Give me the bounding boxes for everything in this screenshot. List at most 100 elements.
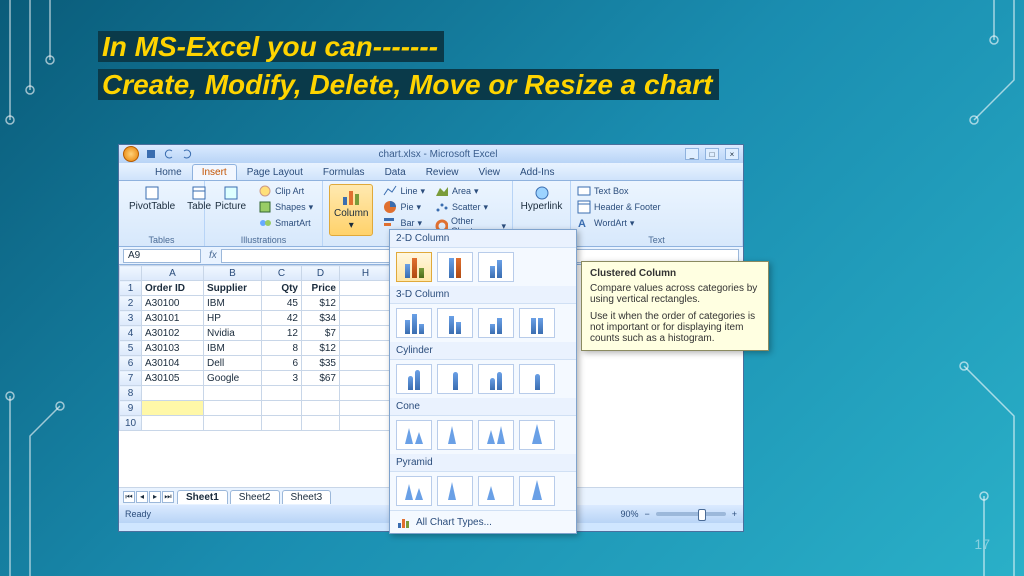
sheet-tab[interactable]: Sheet1: [177, 490, 228, 504]
cell[interactable]: Qty: [262, 281, 302, 296]
cell[interactable]: [204, 416, 262, 431]
name-box[interactable]: A9: [123, 249, 201, 263]
wordart-button[interactable]: AWordArt ▾: [577, 216, 736, 230]
cell[interactable]: [204, 401, 262, 416]
cell[interactable]: [340, 281, 392, 296]
tabnav-last[interactable]: ⏭: [162, 491, 174, 503]
cell[interactable]: IBM: [204, 296, 262, 311]
column-chart-button[interactable]: Column ▾: [329, 184, 373, 236]
cell[interactable]: 6: [262, 356, 302, 371]
col-header[interactable]: D: [302, 266, 340, 281]
tab-home[interactable]: Home: [145, 164, 192, 180]
cell[interactable]: [340, 311, 392, 326]
cell[interactable]: [340, 416, 392, 431]
cell[interactable]: [340, 371, 392, 386]
cell[interactable]: [302, 416, 340, 431]
cell[interactable]: $67: [302, 371, 340, 386]
chart-type-thumb[interactable]: [396, 420, 432, 450]
cell[interactable]: [142, 401, 204, 416]
cell[interactable]: 3: [262, 371, 302, 386]
cell[interactable]: A30103: [142, 341, 204, 356]
row-header[interactable]: 8: [120, 386, 142, 401]
minimize-button[interactable]: _: [685, 148, 699, 160]
scatter-chart-button[interactable]: Scatter ▾: [435, 200, 506, 214]
cell[interactable]: [340, 356, 392, 371]
cell[interactable]: [340, 296, 392, 311]
chart-type-thumb[interactable]: [478, 252, 514, 282]
cell[interactable]: $7: [302, 326, 340, 341]
redo-icon[interactable]: [181, 148, 193, 160]
cell[interactable]: [340, 341, 392, 356]
tab-review[interactable]: Review: [416, 164, 469, 180]
cell[interactable]: Supplier: [204, 281, 262, 296]
chart-type-thumb[interactable]: [396, 476, 432, 506]
row-header[interactable]: 7: [120, 371, 142, 386]
cell[interactable]: Price: [302, 281, 340, 296]
col-header[interactable]: A: [142, 266, 204, 281]
cell[interactable]: $35: [302, 356, 340, 371]
pie-chart-button[interactable]: Pie ▾: [383, 200, 425, 214]
fx-icon[interactable]: fx: [209, 250, 217, 261]
cell[interactable]: 45: [262, 296, 302, 311]
col-header[interactable]: B: [204, 266, 262, 281]
cell[interactable]: 42: [262, 311, 302, 326]
chart-type-thumb[interactable]: [396, 308, 432, 338]
office-button[interactable]: [123, 146, 139, 162]
zoom-out-button[interactable]: −: [644, 509, 649, 519]
sheet-tab[interactable]: Sheet2: [230, 490, 280, 504]
zoom-in-button[interactable]: +: [732, 509, 737, 519]
tabnav-first[interactable]: ⏮: [123, 491, 135, 503]
chart-type-thumb[interactable]: [437, 364, 473, 394]
cell[interactable]: [340, 401, 392, 416]
chart-type-thumb[interactable]: [519, 476, 555, 506]
cell[interactable]: [340, 326, 392, 341]
col-header[interactable]: H: [340, 266, 392, 281]
chart-type-thumb[interactable]: [478, 364, 514, 394]
bar-chart-button[interactable]: Bar ▾: [383, 216, 425, 230]
row-header[interactable]: 4: [120, 326, 142, 341]
chart-type-thumb[interactable]: [519, 420, 555, 450]
cell[interactable]: [302, 401, 340, 416]
smartart-button[interactable]: SmartArt: [258, 216, 313, 230]
sheet-tab[interactable]: Sheet3: [282, 490, 332, 504]
cell[interactable]: [262, 401, 302, 416]
cell[interactable]: Order ID: [142, 281, 204, 296]
cell[interactable]: A30101: [142, 311, 204, 326]
chart-type-thumb[interactable]: [478, 420, 514, 450]
cell[interactable]: [262, 386, 302, 401]
tab-page-layout[interactable]: Page Layout: [237, 164, 313, 180]
tab-view[interactable]: View: [468, 164, 510, 180]
chart-type-thumb[interactable]: [478, 476, 514, 506]
cell[interactable]: A30105: [142, 371, 204, 386]
picture-button[interactable]: Picture: [211, 184, 250, 230]
cell[interactable]: 8: [262, 341, 302, 356]
area-chart-button[interactable]: Area ▾: [435, 184, 506, 198]
row-header[interactable]: 3: [120, 311, 142, 326]
cell[interactable]: [204, 386, 262, 401]
chart-type-thumb[interactable]: [437, 420, 473, 450]
chart-type-thumb[interactable]: [396, 364, 432, 394]
cell[interactable]: Nvidia: [204, 326, 262, 341]
chart-type-thumb[interactable]: [437, 476, 473, 506]
chart-type-thumb[interactable]: [519, 364, 555, 394]
line-chart-button[interactable]: Line ▾: [383, 184, 425, 198]
row-header[interactable]: 9: [120, 401, 142, 416]
textbox-button[interactable]: Text Box: [577, 184, 736, 198]
shapes-button[interactable]: Shapes ▾: [258, 200, 313, 214]
tab-data[interactable]: Data: [375, 164, 416, 180]
cell[interactable]: [142, 386, 204, 401]
row-header[interactable]: 1: [120, 281, 142, 296]
row-header[interactable]: 10: [120, 416, 142, 431]
cell[interactable]: A30104: [142, 356, 204, 371]
row-header[interactable]: 5: [120, 341, 142, 356]
col-header[interactable]: C: [262, 266, 302, 281]
cell[interactable]: A30102: [142, 326, 204, 341]
tab-addins[interactable]: Add-Ins: [510, 164, 564, 180]
cell[interactable]: IBM: [204, 341, 262, 356]
clipart-button[interactable]: Clip Art: [258, 184, 313, 198]
cell[interactable]: $12: [302, 296, 340, 311]
header-footer-button[interactable]: Header & Footer: [577, 200, 736, 214]
chart-type-thumb[interactable]: [519, 308, 555, 338]
maximize-button[interactable]: □: [705, 148, 719, 160]
tab-formulas[interactable]: Formulas: [313, 164, 375, 180]
